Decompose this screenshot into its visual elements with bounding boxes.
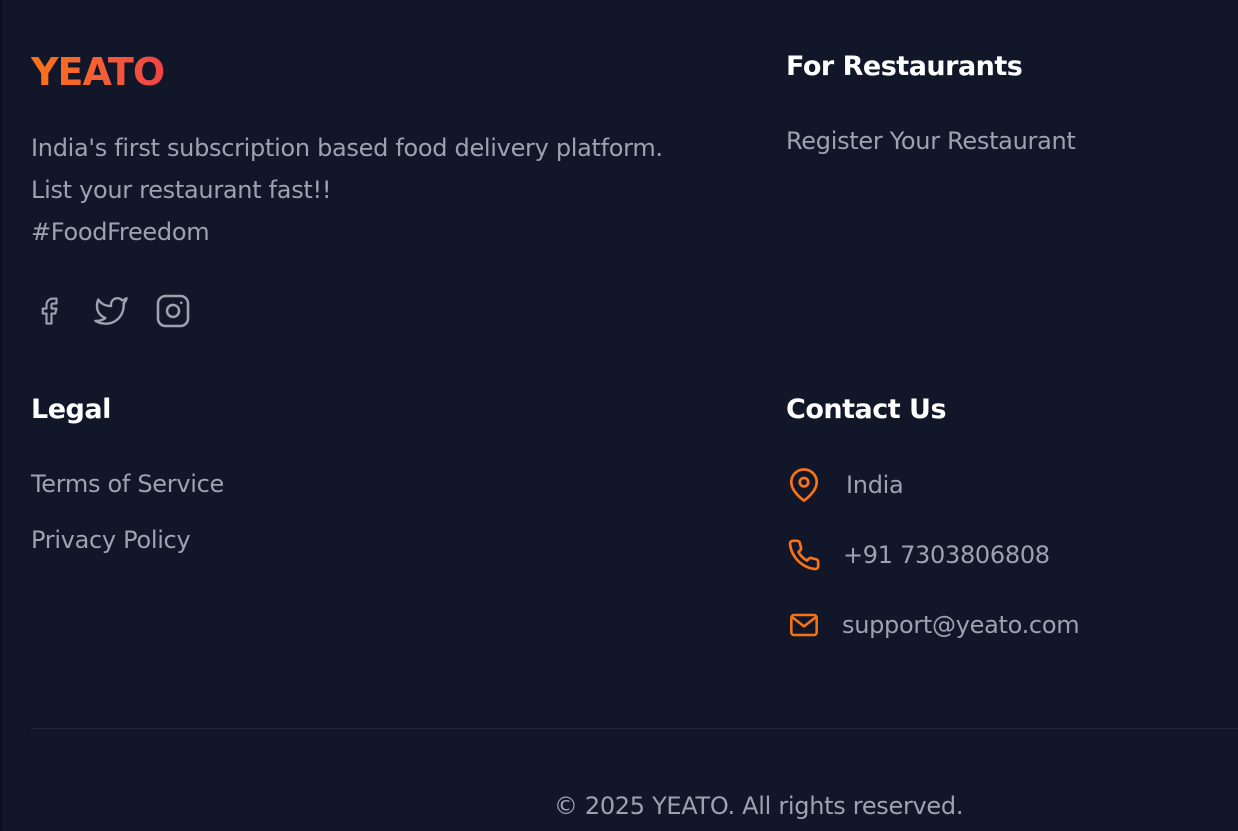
contact-email: support@yeato.com — [786, 607, 1080, 643]
contact-location-text: India — [846, 471, 904, 499]
contact-phone-text[interactable]: +91 7303806808 — [843, 540, 1050, 570]
mail-icon — [786, 607, 822, 643]
brand-description: India's first subscription based food de… — [31, 127, 731, 253]
twitter-icon[interactable] — [93, 293, 129, 329]
contact-email-text[interactable]: support@yeato.com — [842, 610, 1080, 640]
contact-location: India — [786, 467, 904, 503]
contact-us-heading: Contact Us — [786, 394, 947, 425]
social-links — [31, 293, 191, 329]
privacy-policy-link[interactable]: Privacy Policy — [31, 525, 191, 555]
register-restaurant-link[interactable]: Register Your Restaurant — [786, 126, 1076, 156]
contact-phone: +91 7303806808 — [786, 537, 1050, 573]
about-line-2: List your restaurant fast!! — [31, 176, 332, 204]
footer-divider — [31, 728, 1238, 729]
phone-icon — [786, 537, 822, 573]
legal-heading: Legal — [31, 394, 111, 425]
facebook-icon[interactable] — [31, 293, 67, 329]
for-restaurants-heading: For Restaurants — [786, 51, 1023, 82]
copyright-text: © 2025 YEATO. All rights reserved. — [553, 792, 964, 820]
instagram-icon[interactable] — [155, 293, 191, 329]
map-pin-icon — [786, 467, 822, 503]
terms-of-service-link[interactable]: Terms of Service — [31, 469, 224, 499]
about-line-3: #FoodFreedom — [31, 218, 210, 246]
left-edge-divider — [0, 0, 2, 831]
about-line-1: India's first subscription based food de… — [31, 134, 663, 162]
yeato-logo[interactable]: YEATO — [31, 50, 165, 94]
